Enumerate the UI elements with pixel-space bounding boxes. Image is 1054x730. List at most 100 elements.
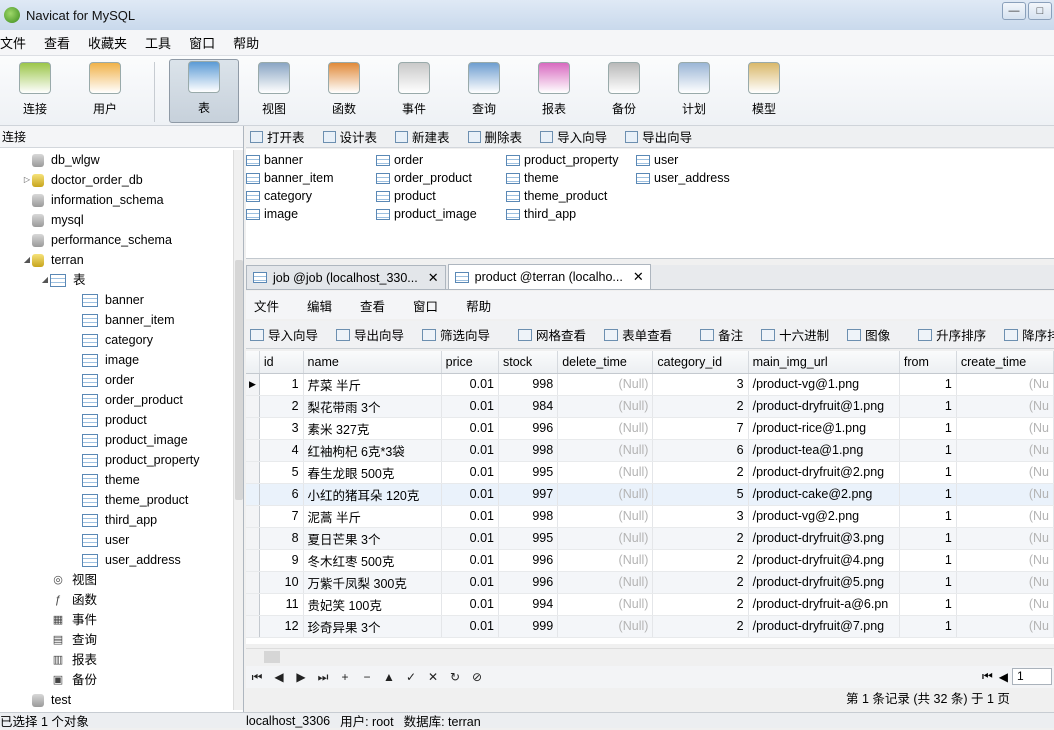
- table-menu-item[interactable]: 查看: [360, 296, 385, 315]
- toolbar-report-button[interactable]: 报表: [519, 59, 589, 123]
- table-cell[interactable]: 9: [259, 549, 304, 572]
- table-cell[interactable]: 1: [899, 571, 957, 594]
- toolbar-event-button[interactable]: 事件: [379, 59, 449, 123]
- record-nav-icon[interactable]: ✕: [422, 670, 444, 685]
- table-cell[interactable]: 3: [652, 373, 749, 396]
- table-cell[interactable]: 0.01: [441, 527, 499, 550]
- menu-item-3[interactable]: 工具: [145, 33, 189, 52]
- table-cell[interactable]: 2: [652, 527, 749, 550]
- row-indicator[interactable]: [246, 505, 260, 528]
- table-row[interactable]: 5 春生龙眼 500克 0.01 995 (Null) 2/product-dryfrui…: [246, 461, 1054, 484]
- row-indicator[interactable]: ▶: [246, 373, 260, 396]
- table-cell[interactable]: (Null): [557, 417, 654, 440]
- table-cell[interactable]: 4: [259, 439, 304, 462]
- column-header[interactable]: name: [303, 351, 442, 374]
- table-cell[interactable]: /product-rice@1.png: [748, 417, 900, 440]
- tree-item[interactable]: ƒ 函数: [0, 590, 234, 610]
- table-cell[interactable]: 0.01: [441, 417, 499, 440]
- toolbar-user-button[interactable]: 用户: [70, 59, 140, 123]
- table-cell[interactable]: 2: [652, 395, 749, 418]
- table-cell[interactable]: 0.01: [441, 549, 499, 572]
- object-list-item[interactable]: product_property: [506, 151, 619, 169]
- table-toolbar-button[interactable]: 筛选向导: [418, 325, 490, 344]
- tree-item[interactable]: third_app: [0, 510, 234, 530]
- page-number-input[interactable]: 1: [1012, 668, 1052, 685]
- table-cell[interactable]: 996: [498, 549, 559, 572]
- table-cell[interactable]: (Nu: [956, 483, 1054, 506]
- table-row[interactable]: 9 冬木红枣 500克 0.01 996 (Null) 2/product-dryfrui…: [246, 549, 1054, 572]
- close-icon[interactable]: ✕: [633, 266, 644, 288]
- table-cell[interactable]: 996: [498, 417, 559, 440]
- tree-item[interactable]: category: [0, 330, 234, 350]
- tree-item[interactable]: mysql: [0, 210, 234, 230]
- table-cell[interactable]: 1: [899, 461, 957, 484]
- tree-expand-arrow-icon[interactable]: ◢: [22, 250, 32, 270]
- grid-scrollbar-thumb[interactable]: [264, 651, 280, 663]
- table-cell[interactable]: 7: [259, 505, 304, 528]
- table-toolbar-button[interactable]: 导出向导: [332, 325, 404, 344]
- tree-item[interactable]: performance_schema: [0, 230, 234, 250]
- table-cell[interactable]: 1: [899, 439, 957, 462]
- table-row[interactable]: 4 红袖枸杞 6克*3袋 0.01 998 (Null) 6/product-tea@1.…: [246, 439, 1054, 462]
- table-cell[interactable]: 0.01: [441, 373, 499, 396]
- column-header[interactable]: from: [899, 351, 957, 374]
- object-list-item[interactable]: image: [246, 205, 334, 223]
- tree-item[interactable]: test: [0, 690, 234, 710]
- toolbar-backup-button[interactable]: 备份: [589, 59, 659, 123]
- menu-item-4[interactable]: 窗口: [189, 33, 233, 52]
- tree-item[interactable]: ▣ 备份: [0, 670, 234, 690]
- table-menu-item[interactable]: 帮助: [466, 296, 491, 315]
- table-cell[interactable]: (Null): [557, 461, 654, 484]
- table-cell[interactable]: 994: [498, 593, 559, 616]
- object-list-item[interactable]: theme_product: [506, 187, 619, 205]
- table-cell[interactable]: /product-dryfruit@7.png: [748, 615, 900, 638]
- table-cell[interactable]: 998: [498, 439, 559, 462]
- table-cell[interactable]: 999: [498, 615, 559, 638]
- table-cell[interactable]: (Null): [557, 527, 654, 550]
- table-cell[interactable]: 998: [498, 505, 559, 528]
- table-cell[interactable]: 2: [652, 549, 749, 572]
- menu-item-1[interactable]: 查看: [44, 33, 88, 52]
- table-toolbar-button[interactable]: 备注: [696, 325, 743, 344]
- table-cell[interactable]: 珍奇异果 3个: [303, 615, 442, 638]
- tree-item[interactable]: theme_product: [0, 490, 234, 510]
- tree-item[interactable]: ▦ 事件: [0, 610, 234, 630]
- table-toolbar-button[interactable]: 十六进制: [757, 325, 829, 344]
- object-list-item[interactable]: user_address: [636, 169, 730, 187]
- column-header[interactable]: category_id: [652, 351, 749, 374]
- table-cell[interactable]: 芹菜 半斤: [303, 373, 442, 396]
- table-cell[interactable]: 1: [899, 593, 957, 616]
- table-cell[interactable]: 素米 327克: [303, 417, 442, 440]
- record-nav-icon[interactable]: ▲: [378, 670, 400, 685]
- table-cell[interactable]: 万紫千凤梨 300克: [303, 571, 442, 594]
- table-toolbar-button[interactable]: 网格查看: [514, 325, 586, 344]
- table-cell[interactable]: 春生龙眼 500克: [303, 461, 442, 484]
- object-list-item[interactable]: user: [636, 151, 730, 169]
- table-cell[interactable]: 996: [498, 571, 559, 594]
- object-toolbar-button[interactable]: 打开表: [246, 127, 305, 146]
- table-cell[interactable]: 984: [498, 395, 559, 418]
- row-indicator[interactable]: [246, 395, 260, 418]
- table-menu-item[interactable]: 文件: [254, 296, 279, 315]
- table-cell[interactable]: 7: [652, 417, 749, 440]
- column-header[interactable]: id: [259, 351, 304, 374]
- table-cell[interactable]: (Null): [557, 593, 654, 616]
- table-cell[interactable]: 5: [259, 461, 304, 484]
- record-nav-icon[interactable]: ◀: [268, 670, 290, 685]
- tree-item[interactable]: order_product: [0, 390, 234, 410]
- table-cell[interactable]: /product-cake@2.png: [748, 483, 900, 506]
- table-cell[interactable]: /product-vg@1.png: [748, 373, 900, 396]
- row-indicator[interactable]: [246, 571, 260, 594]
- tree-item[interactable]: ▤ 查询: [0, 630, 234, 650]
- table-cell[interactable]: 5: [652, 483, 749, 506]
- table-cell[interactable]: 11: [259, 593, 304, 616]
- table-cell[interactable]: 梨花带雨 3个: [303, 395, 442, 418]
- menu-item-2[interactable]: 收藏夹: [88, 33, 145, 52]
- table-cell[interactable]: 2: [259, 395, 304, 418]
- table-cell[interactable]: 998: [498, 373, 559, 396]
- object-list-item[interactable]: third_app: [506, 205, 619, 223]
- table-cell[interactable]: 0.01: [441, 593, 499, 616]
- object-toolbar-button[interactable]: 删除表: [464, 127, 522, 146]
- table-cell[interactable]: (Nu: [956, 527, 1054, 550]
- table-row[interactable]: 8 夏日芒果 3个 0.01 995 (Null) 2/product-dryfruit@…: [246, 527, 1054, 550]
